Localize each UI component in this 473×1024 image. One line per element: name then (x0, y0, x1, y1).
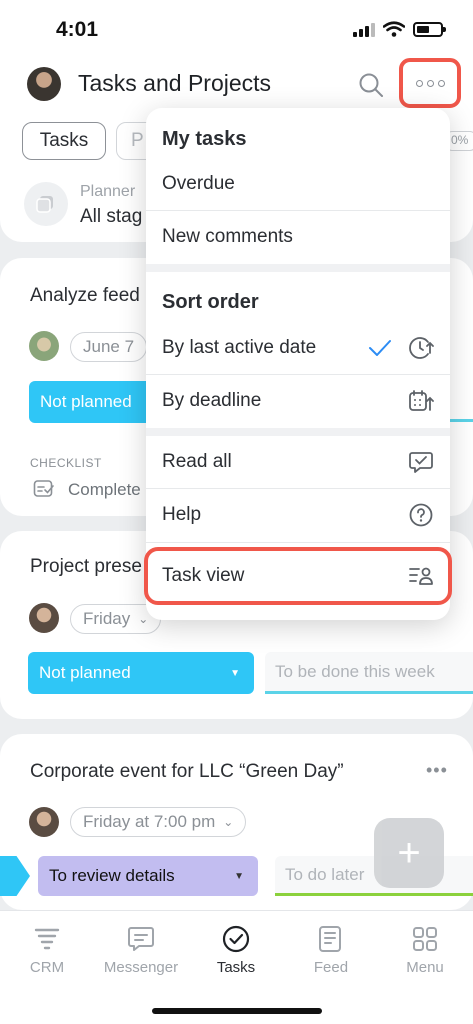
menu-item-sort-deadline[interactable]: By deadline (146, 376, 450, 426)
menu-section-separator (146, 428, 450, 436)
chevron-down-icon: ⌄ (223, 815, 234, 829)
stage-selector[interactable]: Not planned (29, 381, 159, 423)
deadline-value: June 7 (83, 337, 135, 356)
checklist-label: CHECKLIST (30, 456, 102, 470)
menu-item-label: Overdue (162, 173, 235, 194)
menu-divider (146, 210, 450, 211)
stage-label: Not planned (39, 663, 131, 682)
menu-divider (146, 542, 450, 543)
menu-heading-label: Sort order (162, 290, 259, 313)
help-icon (409, 503, 433, 527)
task-title[interactable]: Corporate event for LLC “Green Day” (30, 761, 344, 783)
menu-item-label: By last active date (162, 337, 317, 358)
efficiency-chip[interactable]: 0% (446, 131, 473, 151)
nav-item-tasks[interactable]: Tasks (189, 925, 283, 976)
menu-heading-sort-order: Sort order (146, 284, 450, 320)
deadline-chip[interactable]: Friday at 7:00 pm ⌄ (70, 807, 247, 837)
chevron-down-icon: ⌄ (138, 612, 149, 626)
menu-section-separator (146, 264, 450, 272)
menu-divider (146, 374, 450, 375)
cellular-signal-icon (353, 21, 375, 37)
planner-stage-selector[interactable]: All stag (80, 206, 142, 228)
responsible-avatar (29, 603, 59, 633)
menu-item-overdue[interactable]: Overdue (146, 158, 450, 210)
task-view-highlight (144, 547, 452, 605)
nav-label: Messenger (103, 959, 179, 976)
menu-item-label: Read all (162, 451, 232, 472)
feed-icon (319, 926, 341, 952)
menu-item-sort-last-active[interactable]: By last active date (146, 324, 450, 372)
menu-grid-icon (413, 927, 437, 951)
chat-check-icon (409, 452, 433, 473)
search-icon[interactable] (358, 72, 384, 98)
tasks-icon (222, 925, 250, 953)
dot-icon (415, 79, 423, 87)
menu-item-read-all[interactable]: Read all (146, 436, 450, 488)
wifi-icon (383, 21, 405, 37)
task-more-icon[interactable]: ••• (426, 760, 448, 781)
messenger-icon (128, 927, 154, 951)
deadline-chip[interactable]: June 7 (70, 332, 148, 362)
nav-item-messenger[interactable]: Messenger (94, 925, 188, 976)
crm-icon (34, 928, 60, 950)
caret-down-icon: ▼ (234, 870, 244, 882)
clock-sort-icon (409, 337, 434, 359)
deadline-value: Friday at 7:00 pm (83, 812, 216, 831)
menu-heading-my-tasks: My tasks (146, 122, 450, 156)
menu-item-label: By deadline (162, 390, 262, 411)
nav-label: CRM (29, 959, 65, 976)
checklist-icon (33, 480, 54, 497)
stage-label: Not planned (40, 392, 132, 411)
checkmark-icon (369, 340, 391, 356)
task-title[interactable]: Project prese (30, 556, 142, 578)
nav-item-feed[interactable]: Feed (284, 925, 378, 976)
tasks-filter-chip[interactable]: Tasks (22, 122, 106, 160)
planner-icon[interactable] (24, 182, 68, 226)
menu-item-help[interactable]: Help (146, 490, 450, 540)
planner-label: Planner (80, 183, 136, 200)
nav-label: Menu (406, 959, 444, 976)
stage-progress-line (450, 419, 473, 422)
calendar-sort-icon (409, 390, 434, 411)
plus-icon: + (397, 830, 421, 875)
home-indicator[interactable] (152, 1008, 322, 1014)
layers-icon (36, 196, 53, 213)
more-options-button[interactable] (399, 58, 461, 108)
add-task-button[interactable]: + (374, 818, 444, 888)
next-stage[interactable]: To be done this week (265, 652, 473, 694)
task-title[interactable]: Analyze feed (30, 285, 140, 307)
options-menu: My tasks Overdue New comments Sort order… (146, 108, 450, 620)
next-stage-label: To be done this week (275, 661, 435, 681)
nav-item-menu[interactable]: Menu (378, 925, 472, 976)
deadline-value: Friday (83, 609, 131, 628)
nav-label: Tasks (216, 959, 256, 976)
caret-down-icon: ▼ (230, 667, 240, 679)
checklist-status[interactable]: Complete (68, 480, 141, 500)
menu-item-label: New comments (162, 226, 293, 247)
menu-item-new-comments[interactable]: New comments (146, 212, 450, 262)
stage-selector[interactable]: To review details ▼ (38, 856, 258, 896)
nav-label: Feed (313, 959, 349, 976)
status-icons (353, 21, 446, 37)
responsible-avatar (29, 331, 59, 361)
menu-item-label: Help (162, 504, 202, 525)
user-avatar[interactable] (27, 67, 61, 101)
next-stage-label: To do later (285, 864, 365, 884)
responsible-avatar (29, 807, 59, 837)
menu-divider (146, 488, 450, 489)
bottom-navigation: CRM Messenger Tasks Feed Menu (0, 910, 473, 1024)
battery-icon (413, 21, 446, 37)
dot-icon (426, 79, 434, 87)
stage-label: To review details (49, 866, 175, 885)
page-title: Tasks and Projects (78, 70, 272, 96)
dot-icon (437, 79, 445, 87)
status-time: 4:01 (56, 18, 99, 41)
menu-heading-label: My tasks (162, 127, 247, 150)
nav-item-crm[interactable]: CRM (0, 925, 94, 976)
stage-selector[interactable]: Not planned ▼ (28, 652, 254, 694)
